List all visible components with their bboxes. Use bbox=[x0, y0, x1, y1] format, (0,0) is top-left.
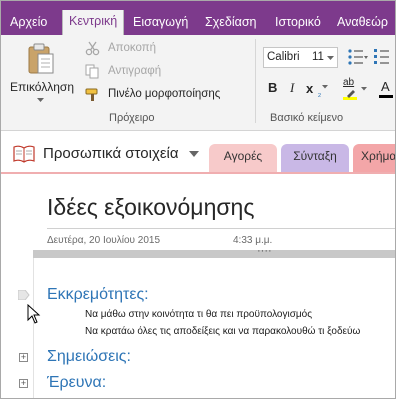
copy-button[interactable]: Αντιγραφή bbox=[85, 63, 235, 81]
section-tab-money[interactable]: Χρήμα bbox=[353, 144, 395, 172]
subscript-x: x bbox=[306, 81, 314, 96]
tab-history[interactable]: Ιστορικό bbox=[275, 11, 321, 35]
numbered-list-icon bbox=[374, 49, 389, 64]
tab-home[interactable]: Κεντρική bbox=[62, 10, 125, 36]
chevron-down-icon bbox=[322, 85, 328, 89]
tab-review[interactable]: Αναθεώρ bbox=[337, 11, 388, 35]
chevron-down-icon bbox=[189, 151, 199, 157]
font-size-value: 11 bbox=[312, 51, 324, 63]
subscript-button[interactable]: x ₂ bbox=[306, 80, 328, 98]
outline-drag-handle[interactable]: ···· bbox=[33, 245, 395, 258]
page-title[interactable]: Ιδέες εξοικονόμησης bbox=[47, 194, 254, 221]
clipboard-group-label: Πρόχειρο bbox=[109, 112, 155, 124]
paste-label: Επικόλληση bbox=[10, 80, 75, 94]
highlighter-icon bbox=[343, 90, 357, 100]
font-color-swatch bbox=[379, 95, 393, 98]
format-painter-button[interactable]: Πινέλο μορφοποίησης bbox=[85, 86, 245, 104]
outline-left-border bbox=[33, 258, 34, 398]
format-painter-label: Πινέλο μορφοποίησης bbox=[108, 88, 221, 100]
notebook-selector[interactable]: Προσωπικά στοιχεία bbox=[11, 142, 201, 166]
chevron-down-icon bbox=[361, 87, 367, 91]
todo-item-1[interactable]: Να μάθω στην κοινότητα τι θα πει προϋπολ… bbox=[85, 309, 312, 320]
tab-file[interactable]: Αρχείο bbox=[10, 11, 47, 35]
group-separator bbox=[255, 39, 256, 123]
expand-notes-button[interactable]: + bbox=[19, 353, 28, 362]
heading-notes[interactable]: Σημειώσεις: bbox=[47, 348, 131, 366]
font-name-value: Calibri bbox=[267, 51, 300, 63]
scissors-icon bbox=[85, 41, 100, 56]
paintbrush-icon bbox=[85, 88, 98, 101]
page-canvas[interactable]: Ιδέες εξοικονόμησης Δευτέρα, 20 Ιουλίου … bbox=[1, 172, 395, 398]
copy-icon bbox=[85, 64, 99, 79]
paste-button[interactable]: Επικόλληση bbox=[7, 37, 75, 107]
cut-button[interactable]: Αποκοπή bbox=[85, 40, 235, 58]
bold-button[interactable]: B bbox=[268, 80, 282, 98]
section-bar: Προσωπικά στοιχεία Αγορές Σύνταξη Χρήμα bbox=[1, 132, 395, 172]
title-underline bbox=[47, 228, 395, 229]
font-name-box[interactable]: Calibri 11 bbox=[263, 47, 338, 68]
subscript-mark: ₂ bbox=[317, 88, 322, 98]
italic-button[interactable]: I bbox=[290, 80, 302, 98]
section-tab-shopping[interactable]: Αγορές bbox=[209, 144, 277, 172]
tab-draw[interactable]: Σχεδίαση bbox=[205, 11, 257, 35]
handle-dots: ···· bbox=[257, 245, 272, 257]
expand-research-button[interactable]: + bbox=[19, 379, 28, 388]
todo-item-2[interactable]: Να κρατάω όλες τις αποδείξεις και να παρ… bbox=[85, 326, 360, 337]
paragraph-handle-icon[interactable] bbox=[18, 290, 30, 300]
clipboard-icon bbox=[28, 43, 54, 74]
numbering-button[interactable] bbox=[373, 47, 395, 67]
font-color-letter: A bbox=[381, 79, 390, 94]
ribbon-tab-bar: Αρχείο Κεντρική Εισαγωγή Σχεδίαση Ιστορι… bbox=[1, 1, 395, 36]
highlight-button[interactable]: ab bbox=[341, 77, 369, 101]
cut-label: Αποκοπή bbox=[108, 42, 157, 54]
chevron-down-icon bbox=[37, 98, 44, 102]
tab-insert[interactable]: Εισαγωγή bbox=[133, 11, 188, 35]
page-date: Δευτέρα, 20 Ιουλίου 2015 bbox=[47, 235, 161, 246]
font-color-button[interactable]: A bbox=[379, 79, 395, 101]
ribbon: Επικόλληση Αποκοπή Αντιγραφή Πινέλο μορφ… bbox=[1, 35, 395, 131]
chevron-down-icon bbox=[327, 56, 334, 60]
mouse-cursor-icon bbox=[27, 304, 41, 324]
basic-text-group-label: Βασικό κείμενο bbox=[270, 112, 344, 124]
section-tab-writing[interactable]: Σύνταξη bbox=[281, 144, 349, 172]
bullet-list-icon bbox=[348, 49, 368, 65]
heading-pending[interactable]: Εκκρεμότητες: bbox=[47, 286, 149, 304]
copy-label: Αντιγραφή bbox=[108, 65, 162, 77]
notebook-icon bbox=[13, 145, 35, 163]
highlight-text: ab bbox=[343, 77, 355, 88]
bullets-button[interactable] bbox=[347, 47, 369, 67]
heading-research[interactable]: Έρευνα: bbox=[47, 374, 106, 392]
notebook-name: Προσωπικά στοιχεία bbox=[43, 145, 179, 162]
onenote-window: Αρχείο Κεντρική Εισαγωγή Σχεδίαση Ιστορι… bbox=[0, 0, 396, 399]
